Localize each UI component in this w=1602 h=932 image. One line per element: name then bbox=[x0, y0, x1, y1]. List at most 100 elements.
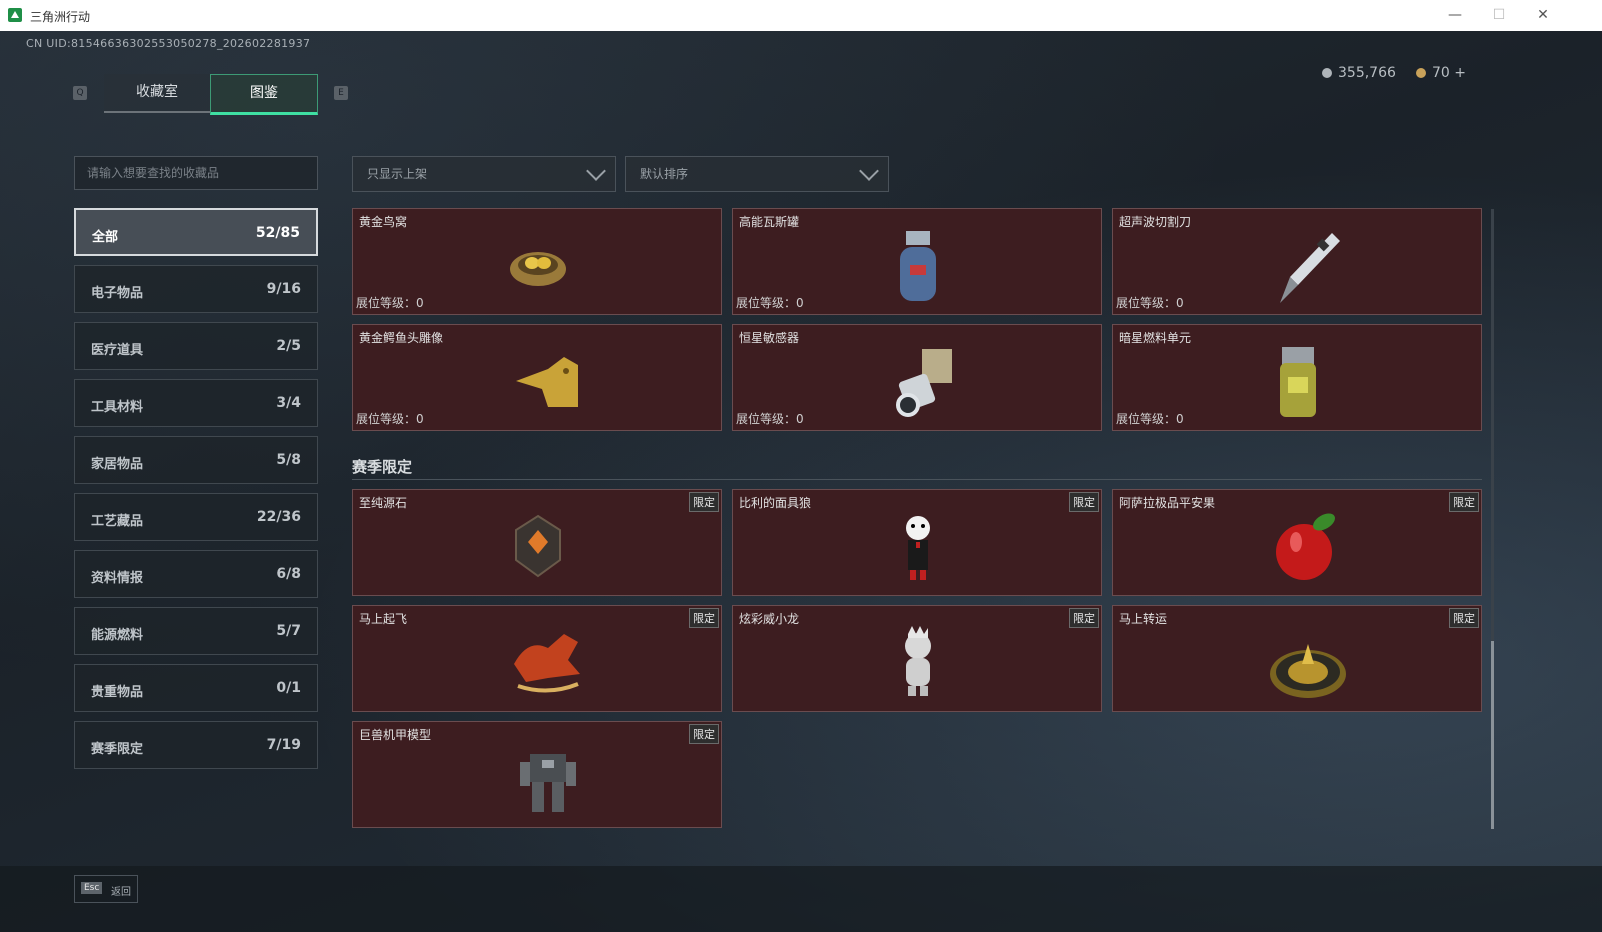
item-card[interactable]: 马上起飞 限定 bbox=[352, 605, 722, 712]
window-titlebar: 三角洲行动 — ☐ ✕ bbox=[0, 0, 1602, 31]
back-button[interactable]: Esc 返回 bbox=[74, 875, 138, 903]
silver-currency: 355,766 bbox=[1322, 65, 1396, 81]
category-tools[interactable]: 工具材料 3/4 bbox=[74, 379, 318, 427]
close-button[interactable]: ✕ bbox=[1528, 4, 1558, 26]
item-name: 黄金鳄鱼头雕像 bbox=[359, 331, 444, 345]
search-input[interactable]: 请输入想要查找的收藏品 bbox=[74, 156, 318, 190]
source-stone-icon bbox=[515, 514, 561, 578]
category-count: 3/4 bbox=[276, 395, 301, 411]
item-card[interactable]: 巨兽机甲模型 限定 bbox=[352, 721, 722, 828]
section-divider bbox=[352, 479, 1482, 480]
limited-badge: 限定 bbox=[1449, 492, 1479, 512]
item-name: 高能瓦斯罐 bbox=[739, 215, 800, 229]
chevron-down-icon bbox=[586, 161, 606, 181]
filter-dropdown[interactable]: 只显示上架 bbox=[352, 156, 616, 192]
gas-canister-icon bbox=[900, 231, 936, 301]
category-crafts[interactable]: 工艺藏品 22/36 bbox=[74, 493, 318, 541]
category-medical[interactable]: 医疗道具 2/5 bbox=[74, 322, 318, 370]
category-name: 工艺藏品 bbox=[91, 514, 144, 529]
sort-dropdown[interactable]: 默认排序 bbox=[625, 156, 889, 192]
hotkey-e: E bbox=[334, 86, 348, 100]
item-name: 阿萨拉极品平安果 bbox=[1119, 496, 1216, 510]
item-name: 暗星燃料单元 bbox=[1119, 331, 1192, 345]
item-card[interactable]: 高能瓦斯罐 展位等级：0 bbox=[732, 208, 1102, 315]
minimize-button[interactable]: — bbox=[1440, 4, 1470, 26]
item-card[interactable]: 恒星敏感器 展位等级：0 bbox=[732, 324, 1102, 431]
category-count: 7/19 bbox=[266, 737, 301, 753]
silver-coin-icon bbox=[1322, 68, 1332, 78]
back-label: 返回 bbox=[111, 887, 131, 898]
category-intel[interactable]: 资料情报 6/8 bbox=[74, 550, 318, 598]
category-name: 赛季限定 bbox=[91, 742, 144, 757]
limited-badge: 限定 bbox=[1069, 608, 1099, 628]
tab-collection-room[interactable]: 收藏室 bbox=[104, 74, 210, 113]
item-card[interactable]: 阿萨拉极品平安果 限定 bbox=[1112, 489, 1482, 596]
category-name: 医疗道具 bbox=[91, 343, 144, 358]
category-name: 工具材料 bbox=[91, 400, 144, 415]
gold-compass-icon bbox=[1270, 644, 1346, 698]
category-household[interactable]: 家居物品 5/8 bbox=[74, 436, 318, 484]
display-level: 展位等级：0 bbox=[736, 296, 804, 310]
hotkey-q: Q bbox=[73, 86, 87, 100]
maximize-button[interactable]: ☐ bbox=[1484, 4, 1514, 26]
category-count: 5/7 bbox=[276, 623, 301, 639]
item-card[interactable]: 黄金鳄鱼头雕像 展位等级：0 bbox=[352, 324, 722, 431]
item-name: 马上转运 bbox=[1119, 612, 1168, 626]
gold-currency: 70 + bbox=[1416, 65, 1466, 81]
item-card[interactable]: 黄金鸟窝 展位等级：0 bbox=[352, 208, 722, 315]
item-card[interactable]: 马上转运 限定 bbox=[1112, 605, 1482, 712]
category-count: 2/5 bbox=[276, 338, 301, 354]
category-energy[interactable]: 能源燃料 5/7 bbox=[74, 607, 318, 655]
item-card[interactable]: 至纯源石 限定 bbox=[352, 489, 722, 596]
category-name: 能源燃料 bbox=[91, 628, 144, 643]
limited-badge: 限定 bbox=[689, 492, 719, 512]
tab-catalog[interactable]: 图鉴 bbox=[210, 74, 318, 115]
category-count: 52/85 bbox=[255, 225, 300, 241]
ultrasonic-knife-icon bbox=[1280, 233, 1340, 303]
silver-amount: 355,766 bbox=[1338, 65, 1396, 81]
filter-dropdown-value: 只显示上架 bbox=[367, 167, 428, 181]
category-electronics[interactable]: 电子物品 9/16 bbox=[74, 265, 318, 313]
red-horse-icon bbox=[514, 634, 580, 693]
category-all[interactable]: 全部 52/85 bbox=[74, 208, 318, 256]
chevron-down-icon bbox=[859, 161, 879, 181]
category-count: 22/36 bbox=[256, 509, 301, 525]
category-season-limited[interactable]: 赛季限定 7/19 bbox=[74, 721, 318, 769]
bottom-bar bbox=[0, 866, 1602, 932]
category-name: 家居物品 bbox=[91, 457, 144, 472]
display-level: 展位等级：0 bbox=[1116, 412, 1184, 426]
item-name: 恒星敏感器 bbox=[739, 331, 800, 345]
item-name: 黄金鸟窝 bbox=[359, 215, 408, 229]
item-card[interactable]: 暗星燃料单元 展位等级：0 bbox=[1112, 324, 1482, 431]
item-card[interactable]: 比利的面具狼 限定 bbox=[732, 489, 1102, 596]
game-viewport: CN UID:81546636302553050278_202602281937… bbox=[0, 31, 1602, 932]
scrollbar-thumb[interactable] bbox=[1491, 641, 1494, 829]
display-level: 展位等级：0 bbox=[356, 412, 424, 426]
star-sensor-icon bbox=[896, 349, 952, 417]
esc-key-hint: Esc bbox=[81, 882, 103, 894]
item-card[interactable]: 炫彩威小龙 限定 bbox=[732, 605, 1102, 712]
display-level: 展位等级：0 bbox=[736, 412, 804, 426]
sort-dropdown-value: 默认排序 bbox=[640, 167, 689, 181]
item-name: 巨兽机甲模型 bbox=[359, 728, 432, 742]
red-apple-icon bbox=[1276, 513, 1335, 580]
category-name: 全部 bbox=[92, 230, 119, 245]
gold-amount: 70 bbox=[1432, 65, 1450, 81]
limited-badge: 限定 bbox=[1449, 608, 1479, 628]
category-count: 9/16 bbox=[266, 281, 301, 297]
category-valuables[interactable]: 贵重物品 0/1 bbox=[74, 664, 318, 712]
item-card[interactable]: 超声波切割刀 展位等级：0 bbox=[1112, 208, 1482, 315]
item-name: 炫彩威小龙 bbox=[739, 612, 800, 626]
section-title-season-limited: 赛季限定 bbox=[352, 458, 413, 476]
mech-model-icon bbox=[520, 754, 576, 812]
add-currency-button[interactable]: + bbox=[1454, 65, 1466, 81]
item-name: 比利的面具狼 bbox=[739, 496, 812, 510]
window-title: 三角洲行动 bbox=[30, 10, 91, 24]
display-level: 展位等级：0 bbox=[1116, 296, 1184, 310]
gold-coin-icon bbox=[1416, 68, 1426, 78]
category-count: 5/8 bbox=[276, 452, 301, 468]
limited-badge: 限定 bbox=[1069, 492, 1099, 512]
item-name: 至纯源石 bbox=[359, 496, 408, 510]
app-icon bbox=[8, 8, 22, 22]
limited-badge: 限定 bbox=[689, 724, 719, 744]
